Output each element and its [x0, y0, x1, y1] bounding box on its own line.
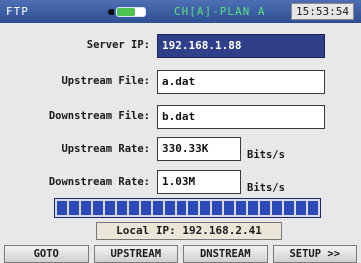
upstream-rate-unit: Bits/s: [247, 149, 285, 161]
channel-label: CH[A]-PLAN A: [174, 5, 266, 18]
transfer-progress-bar: [54, 198, 321, 218]
local-ip-display: Local IP: 192.168.2.41: [96, 222, 282, 240]
progress-segment: [188, 201, 199, 215]
progress-segment: [212, 201, 223, 215]
upstream-button[interactable]: UPSTREAM: [93, 245, 178, 263]
progress-segment: [200, 201, 211, 215]
progress-segment: [260, 201, 271, 215]
downstream-rate-unit: Bits/s: [247, 182, 285, 194]
progress-segment: [57, 201, 67, 215]
upstream-file-field[interactable]: a.dat: [157, 70, 325, 94]
downstream-rate-field[interactable]: 1.03M: [157, 170, 241, 194]
progress-segment: [308, 201, 318, 215]
battery-icon: [116, 7, 146, 17]
dnstream-button[interactable]: DNSTREAM: [183, 245, 268, 263]
upstream-rate-field[interactable]: 330.33K: [157, 137, 241, 161]
softkey-bar: GOTO UPSTREAM DNSTREAM SETUP >>: [0, 245, 361, 263]
downstream-file-label: Downstream File:: [48, 110, 150, 122]
progress-segment: [284, 201, 295, 215]
progress-segment: [164, 201, 175, 215]
downstream-file-field[interactable]: b.dat: [157, 105, 325, 129]
progress-segment: [68, 201, 79, 215]
progress-segment: [176, 201, 187, 215]
progress-segment: [152, 201, 163, 215]
upstream-file-label: Upstream File:: [61, 75, 150, 87]
progress-segment: [116, 201, 127, 215]
battery-level: [117, 8, 136, 16]
clock: 15:53:54: [291, 3, 354, 20]
status-bar: FTP CH[A]-PLAN A 15:53:54: [0, 0, 361, 23]
progress-segment: [224, 201, 235, 215]
progress-segment: [80, 201, 91, 215]
progress-segment: [92, 201, 103, 215]
ftp-test-screen: FTP CH[A]-PLAN A 15:53:54 Server IP: 192…: [0, 0, 361, 263]
progress-segment: [236, 201, 247, 215]
server-ip-label: Server IP:: [86, 39, 150, 51]
mode-label: FTP: [6, 5, 29, 18]
setup-button[interactable]: SETUP >>: [272, 245, 357, 263]
progress-segment: [140, 201, 151, 215]
server-ip-field[interactable]: 192.168.1.88: [157, 34, 325, 58]
upstream-rate-label: Upstream Rate:: [61, 143, 150, 155]
battery-terminal: [108, 9, 114, 15]
progress-segment: [272, 201, 283, 215]
progress-segment: [248, 201, 259, 215]
downstream-rate-label: Downstream Rate:: [48, 176, 150, 188]
progress-segment: [296, 201, 307, 215]
progress-segment: [104, 201, 115, 215]
goto-button[interactable]: GOTO: [4, 245, 89, 263]
progress-segment: [128, 201, 139, 215]
